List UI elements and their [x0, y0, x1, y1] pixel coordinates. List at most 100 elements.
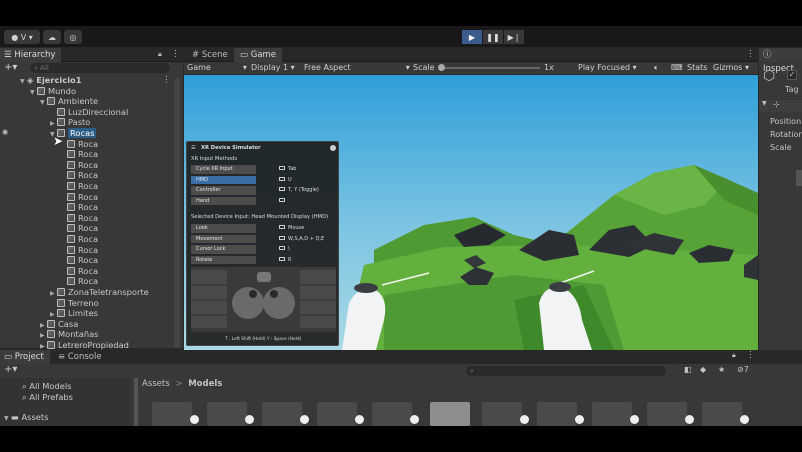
tab-inspector[interactable]: ⓘ Inspect	[759, 48, 802, 74]
xr-control-button[interactable]: Movement	[191, 234, 256, 243]
breadcrumb-models[interactable]: Models	[188, 379, 222, 389]
asset-thumbnail[interactable]	[702, 402, 742, 426]
sidebar-divider[interactable]	[134, 378, 138, 426]
collapse-icon[interactable]	[330, 145, 336, 151]
hierarchy-item[interactable]: Roca	[60, 213, 98, 224]
active-checkbox[interactable]: ✓	[787, 70, 797, 80]
play-preview-icon[interactable]	[245, 415, 254, 424]
scene-more-icon[interactable]: ⋮	[162, 75, 171, 85]
xr-method-button[interactable]: Controller	[191, 186, 256, 195]
expand-arrow-icon[interactable]: ▼	[20, 77, 27, 88]
aspect-dropdown[interactable]: Free Aspect ▾	[304, 62, 410, 74]
play-preview-icon[interactable]	[575, 415, 584, 424]
step-button[interactable]: ▶❘	[504, 30, 524, 44]
play-preview-icon[interactable]	[355, 415, 364, 424]
hierarchy-item[interactable]: ▶ ZonaTeletransporte	[50, 287, 149, 298]
game-mode-dropdown[interactable]: Game ▾	[187, 62, 247, 74]
xr-method-button[interactable]: HMD	[191, 175, 256, 184]
display-dropdown[interactable]: Display 1 ▾	[251, 62, 295, 74]
xr-method-button[interactable]: Hand	[191, 196, 256, 205]
hierarchy-item[interactable]: Roca	[60, 276, 98, 287]
asset-thumbnail[interactable]	[152, 402, 192, 426]
hierarchy-item[interactable]: Roca	[60, 255, 98, 266]
mute-audio-icon[interactable]: 🔈︎	[654, 62, 659, 74]
project-search-input[interactable]: ⌕	[466, 366, 666, 376]
lock-icon[interactable]: 🔒︎	[158, 50, 162, 59]
hierarchy-item[interactable]: Roca	[60, 149, 98, 160]
more-icon[interactable]: ⋮	[171, 49, 180, 59]
hierarchy-item[interactable]: Terreno	[50, 298, 99, 309]
tab-project[interactable]: ▭ Project	[0, 350, 50, 364]
shortcuts-icon[interactable]: ⌨	[671, 62, 683, 74]
breadcrumb-assets[interactable]: Assets	[142, 379, 170, 389]
hierarchy-item[interactable]: ▶ LetreroPropiedad	[40, 340, 129, 351]
asset-thumbnail[interactable]	[372, 402, 412, 426]
assets-root[interactable]: ▼ ▬ Assets	[4, 412, 49, 423]
gizmos-button[interactable]: Gizmos ▾	[713, 62, 749, 74]
hierarchy-item[interactable]: Roca	[60, 266, 98, 277]
visibility-eye-icon[interactable]: ◉	[2, 128, 8, 136]
hierarchy-item[interactable]: ▼ Mundo	[30, 86, 76, 97]
asset-thumbnail[interactable]	[317, 402, 357, 426]
tab-console[interactable]: ≡ Console	[52, 350, 108, 364]
folder-icon[interactable]	[430, 402, 470, 426]
add-icon[interactable]: +▾	[4, 62, 17, 73]
favorite-all-prefabs[interactable]: ⌕ All Prefabs	[22, 392, 73, 403]
inspector-scrollbar[interactable]	[796, 170, 802, 186]
pause-button[interactable]: ❚❚	[483, 30, 503, 44]
hidden-packages-icon[interactable]: ⊘7	[737, 365, 749, 374]
scale-slider-handle[interactable]	[438, 64, 445, 71]
hierarchy-item[interactable]: LuzDireccional	[50, 107, 128, 118]
play-preview-icon[interactable]	[300, 415, 309, 424]
asset-thumbnail[interactable]	[207, 402, 247, 426]
scene-root[interactable]: ▼ ◈ Ejercicio1	[20, 75, 82, 86]
play-preview-icon[interactable]	[740, 415, 749, 424]
hierarchy-scrollbar[interactable]	[174, 78, 180, 348]
hierarchy-item[interactable]: Roca	[60, 170, 98, 181]
filter-type-icon[interactable]: ◧	[684, 365, 692, 374]
asset-thumbnail[interactable]	[647, 402, 687, 426]
play-focused-dropdown[interactable]: Play Focused ▾	[578, 62, 637, 74]
more-icon[interactable]: ⋮	[746, 49, 755, 59]
xr-control-button[interactable]: Cursor Lock	[191, 245, 256, 254]
play-preview-icon[interactable]	[410, 415, 419, 424]
play-preview-icon[interactable]	[520, 415, 529, 424]
hierarchy-item[interactable]: Roca	[60, 223, 98, 234]
expand-arrow-icon[interactable]: ▼	[762, 100, 767, 107]
play-preview-icon[interactable]	[630, 415, 639, 424]
favorite-icon[interactable]: ★	[718, 365, 725, 374]
expand-arrow-icon[interactable]: ▼	[40, 98, 47, 109]
hierarchy-item[interactable]: ▶ Pasto	[50, 117, 90, 128]
add-asset-icon[interactable]: +▾	[4, 364, 17, 375]
tab-game[interactable]: ▭ Game	[234, 48, 283, 62]
filter-label-icon[interactable]: ◆	[700, 365, 706, 374]
stats-button[interactable]: Stats	[687, 62, 707, 74]
lock-icon[interactable]: 🔒︎	[732, 351, 736, 360]
hierarchy-item[interactable]: ▼ Ambiente	[40, 96, 98, 107]
hierarchy-item[interactable]: Roca	[60, 202, 98, 213]
account-dropdown[interactable]: ● V ▾	[4, 30, 40, 44]
more-icon[interactable]: ⋮	[746, 350, 755, 360]
hierarchy-item[interactable]: Roca	[60, 160, 98, 171]
play-preview-icon[interactable]	[685, 415, 694, 424]
scale-slider[interactable]	[438, 64, 540, 71]
hierarchy-item[interactable]: Roca	[60, 245, 98, 256]
favorite-all-models[interactable]: ⌕ All Models	[22, 381, 71, 392]
tab-hierarchy[interactable]: ☰ Hierarchy	[0, 48, 62, 62]
xr-method-button[interactable]: Cycle XR Input	[191, 165, 256, 174]
asset-thumbnail[interactable]	[482, 402, 522, 426]
game-viewport[interactable]: ☰ XR Device Simulator XR Input Methods C…	[184, 75, 758, 350]
xr-control-button[interactable]: Rotate	[191, 255, 256, 264]
hierarchy-item[interactable]: Roca	[60, 234, 98, 245]
hierarchy-item[interactable]: ▶ Limites	[50, 308, 98, 319]
tab-scene[interactable]: # Scene	[186, 48, 234, 62]
play-button[interactable]: ▶	[462, 30, 482, 44]
hierarchy-item[interactable]: Roca	[60, 139, 98, 150]
xr-control-button[interactable]: Look	[191, 224, 256, 233]
asset-thumbnail[interactable]	[537, 402, 577, 426]
expand-arrow-icon[interactable]: ▼	[4, 414, 11, 425]
hierarchy-item[interactable]: Roca	[60, 181, 98, 192]
hierarchy-item[interactable]: ▶ Montañas	[40, 329, 99, 340]
menu-icon[interactable]: ☰	[191, 145, 196, 151]
hierarchy-search-input[interactable]: ⌕ All	[30, 63, 170, 73]
